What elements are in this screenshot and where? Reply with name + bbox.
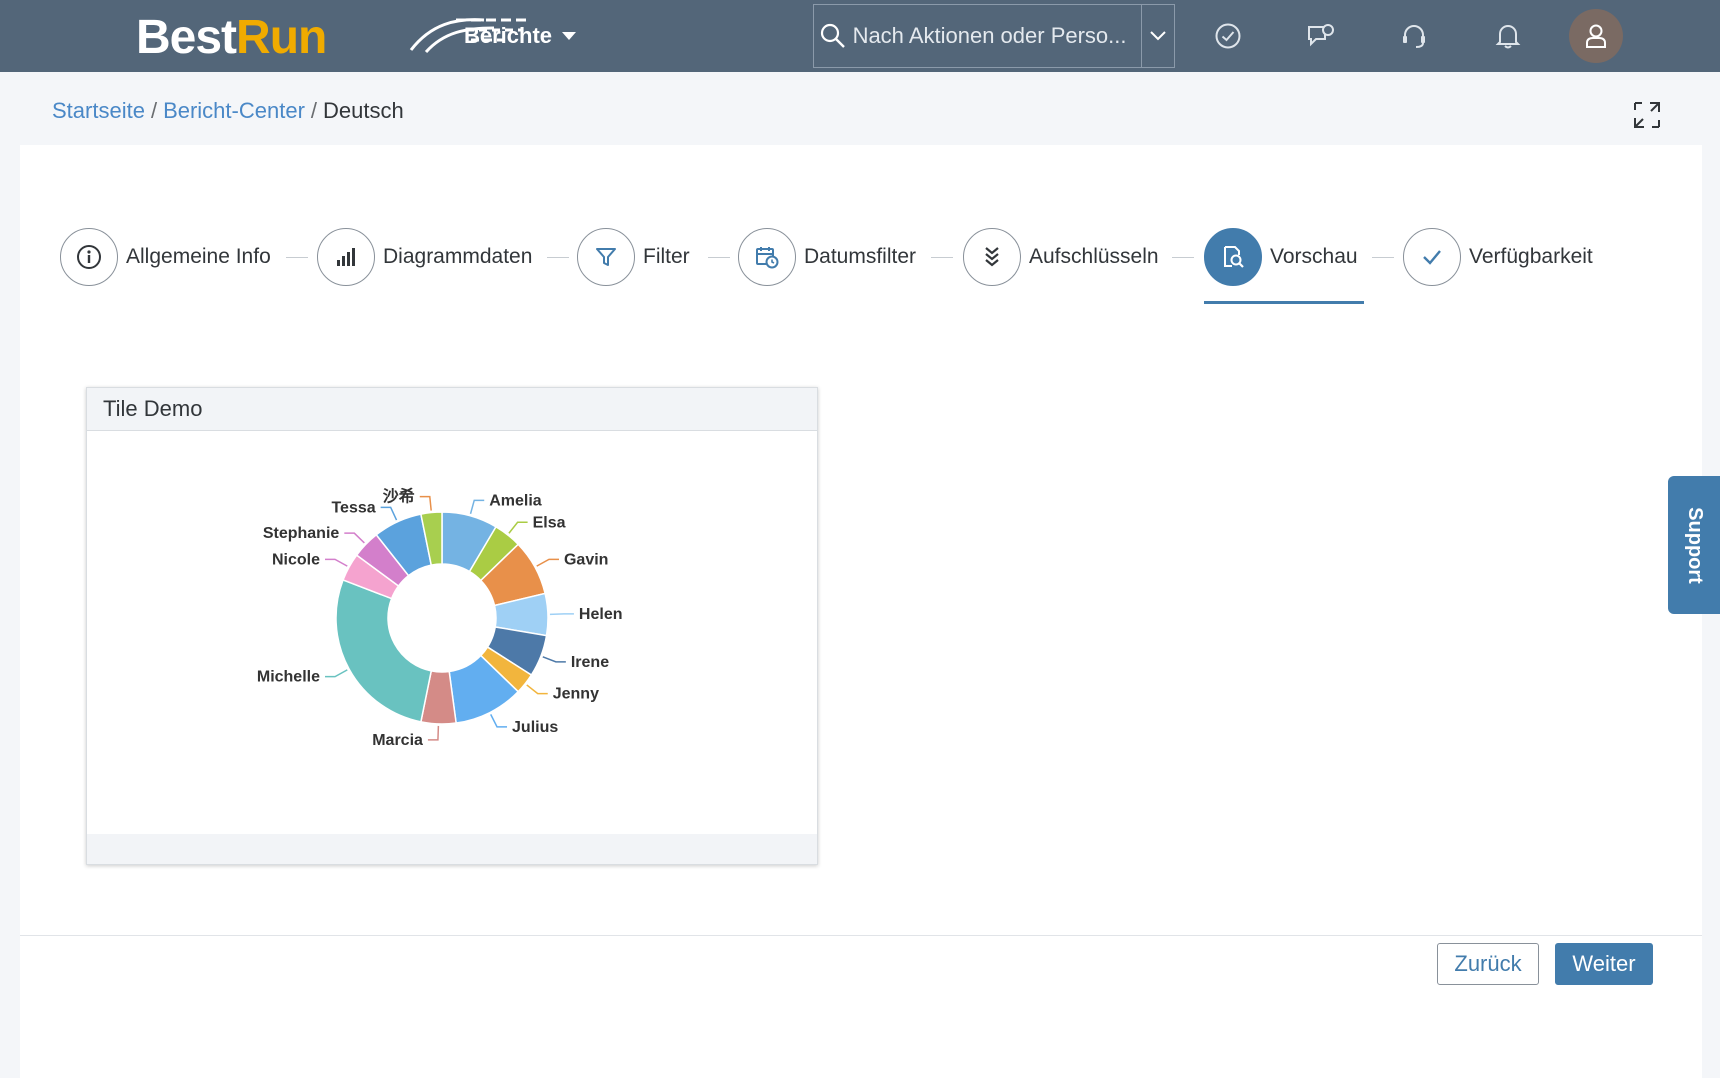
back-button[interactable]: Zurück [1437, 943, 1539, 985]
step-label: Vorschau [1270, 245, 1358, 268]
slice-label-elsa: Elsa [533, 514, 566, 531]
leader-line-irene [542, 656, 566, 663]
logo-run-text: Run [236, 11, 327, 64]
step-general-info[interactable]: Allgemeine Info [60, 227, 271, 287]
leader-line-michelle [325, 669, 348, 678]
donut-slice-michelle[interactable] [335, 578, 433, 723]
slice-label-amelia: Amelia [489, 492, 542, 509]
slice-label-tessa: Tessa [331, 499, 375, 516]
step-connector [931, 257, 953, 258]
logo-text: BestRun [136, 11, 327, 64]
step-drill-down[interactable]: Aufschlüsseln [963, 227, 1159, 287]
checkmark-icon [1403, 228, 1461, 286]
step-chart-data[interactable]: Diagrammdaten [317, 227, 532, 287]
donut-chart: Amelia Elsa Gavin Helen Irene Jenny Julius Marc… [257, 487, 623, 749]
user-avatar[interactable] [1569, 9, 1623, 63]
slice-label-gavin: Gavin [564, 551, 608, 568]
headset-support-icon[interactable] [1394, 16, 1434, 56]
step-preview[interactable]: Vorschau [1204, 227, 1358, 287]
leader-line-amelia [469, 499, 485, 515]
slice-label-cjk: 沙希 [383, 487, 415, 506]
bestrun-logo[interactable]: BestRun [136, 10, 526, 66]
step-label: Aufschlüsseln [1029, 245, 1159, 268]
active-step-indicator [1204, 301, 1364, 304]
slice-label-marcia: Marcia [372, 732, 423, 749]
shell-bar: BestRun Berichte [0, 0, 1720, 72]
search-icon[interactable] [814, 5, 853, 67]
leader-line-julius [490, 714, 508, 728]
search-box [813, 4, 1175, 68]
step-label: Verfügbarkeit [1469, 245, 1593, 268]
leader-line-gavin [536, 558, 559, 567]
feedback-chat-icon[interactable] [1301, 16, 1341, 56]
info-icon [60, 228, 118, 286]
leader-line-elsa [508, 521, 528, 534]
calendar-clock-icon [738, 228, 796, 286]
todo-check-icon[interactable] [1208, 16, 1248, 56]
step-connector [1372, 257, 1394, 258]
notifications-bell-icon[interactable] [1488, 16, 1528, 56]
step-label: Filter [643, 245, 690, 268]
drill-down-icon [963, 228, 1021, 286]
search-input[interactable] [852, 6, 1141, 66]
leader-line-tessa [380, 506, 398, 521]
slice-label-jenny: Jenny [553, 686, 599, 703]
step-connector [286, 257, 308, 258]
logo-best-text: Best [136, 11, 237, 64]
report-wizard-panel: Allgemeine Info Diagrammdaten Filter Dat… [20, 145, 1702, 1078]
step-availability[interactable]: Verfügbarkeit [1403, 227, 1593, 287]
preview-search-icon [1204, 228, 1262, 286]
step-connector [1172, 257, 1194, 258]
breadcrumb: Startseite / Bericht-Center / Deutsch [52, 98, 404, 124]
footer-divider [20, 935, 1702, 936]
tile-preview-card: Tile Demo Amelia Elsa Gavin Helen Irene Jenny… [86, 387, 818, 865]
next-button[interactable]: Weiter [1555, 943, 1653, 985]
step-label: Diagrammdaten [383, 245, 533, 268]
leader-line-marcia [427, 725, 440, 741]
user-icon [1586, 24, 1606, 48]
breadcrumb-separator: / [310, 98, 318, 123]
leader-line-jenny [526, 684, 548, 695]
leader-line-cjk [419, 495, 432, 511]
caret-down-icon [562, 32, 577, 40]
step-date-filter[interactable]: Datumsfilter [738, 227, 916, 287]
reports-menu-label: Berichte [464, 23, 553, 48]
breadcrumb-separator: / [150, 98, 158, 123]
tile-footer [87, 834, 817, 864]
slice-label-nicole: Nicole [272, 551, 320, 568]
slice-label-michelle: Michelle [257, 669, 320, 686]
support-label: Support [1683, 506, 1706, 584]
chevron-down-icon [1150, 31, 1166, 41]
tile-title: Tile Demo [103, 396, 203, 421]
search-scope-dropdown[interactable] [1140, 5, 1174, 67]
step-connector [708, 257, 730, 258]
step-connector [547, 257, 569, 258]
reports-menu-button[interactable]: Berichte [464, 0, 577, 72]
breadcrumb-report-center-link[interactable]: Bericht-Center [163, 98, 305, 123]
step-filter[interactable]: Filter [577, 227, 690, 287]
support-tab[interactable]: Support [1668, 476, 1720, 614]
slice-label-helen: Helen [579, 606, 623, 623]
bar-chart-icon [317, 228, 375, 286]
step-label: Datumsfilter [804, 245, 917, 268]
filter-icon [577, 228, 635, 286]
slice-label-julius: Julius [512, 719, 558, 736]
leader-line-stephanie [344, 532, 365, 544]
step-label: Allgemeine Info [126, 245, 271, 268]
tile-header: Tile Demo [87, 388, 817, 431]
leader-line-nicole [325, 558, 348, 567]
fullscreen-toggle-icon[interactable] [1632, 100, 1662, 130]
slice-label-stephanie: Stephanie [263, 525, 340, 542]
breadcrumb-current: Deutsch [323, 98, 404, 123]
breadcrumb-home-link[interactable]: Startseite [52, 98, 145, 123]
slice-label-irene: Irene [571, 654, 609, 671]
